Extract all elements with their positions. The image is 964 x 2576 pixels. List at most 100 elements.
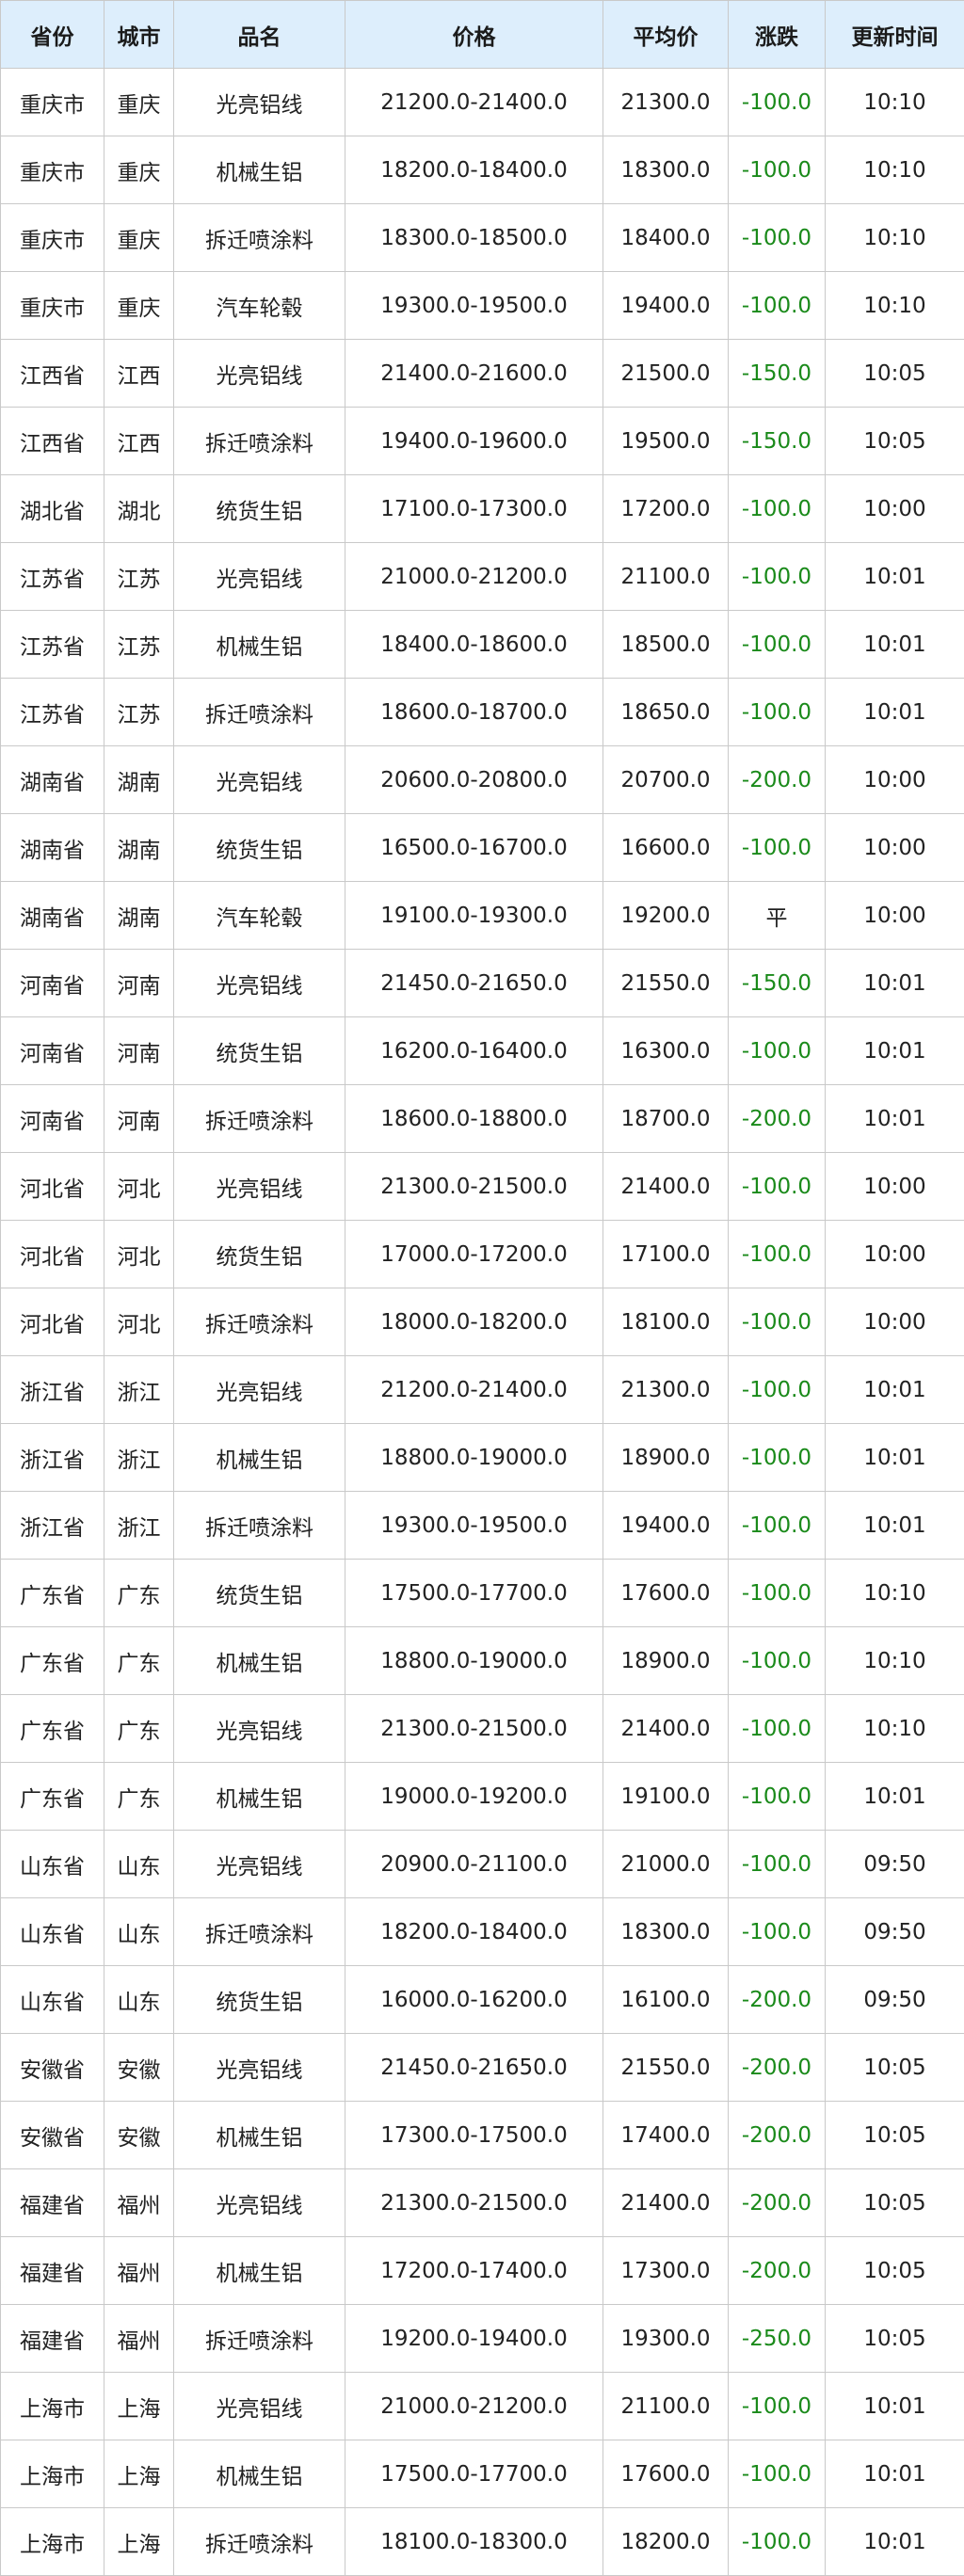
cell-change: -100.0 — [728, 1830, 826, 1898]
cell-average-price: 17400.0 — [602, 2101, 729, 2169]
cell-average-price: 21400.0 — [602, 2168, 729, 2237]
table-row: 江苏省 江苏 拆迁喷涂料 18600.0-18700.0 18650.0 -100.0 10… — [0, 678, 964, 746]
cell-change: -200.0 — [728, 1965, 826, 2034]
cell-province: 上海市 — [0, 2372, 104, 2440]
cell-product: 光亮铝线 — [173, 68, 345, 136]
cell-price: 21300.0-21500.0 — [345, 2168, 603, 2237]
table-row: 福建省 福州 机械生铝 17200.0-17400.0 17300.0 -200.0 10:… — [0, 2236, 964, 2305]
cell-update-time: 10:01 — [825, 1423, 964, 1492]
table-row: 广东省 广东 机械生铝 19000.0-19200.0 19100.0 -100.0 10:… — [0, 1762, 964, 1831]
table-row: 河北省 河北 光亮铝线 21300.0-21500.0 21400.0 -100.0 10:… — [0, 1152, 964, 1221]
table-row: 重庆市 重庆 机械生铝 18200.0-18400.0 18300.0 -100.0 10:… — [0, 136, 964, 204]
cell-change: -100.0 — [728, 542, 826, 611]
cell-city: 广东 — [104, 1694, 174, 1763]
cell-price: 18600.0-18800.0 — [345, 1084, 603, 1153]
cell-product: 统货生铝 — [173, 813, 345, 882]
cell-change: -100.0 — [728, 1220, 826, 1288]
cell-update-time: 10:05 — [825, 2304, 964, 2373]
table-row: 湖南省 湖南 统货生铝 16500.0-16700.0 16600.0 -100.0 10:… — [0, 813, 964, 882]
table-row: 江西省 江西 拆迁喷涂料 19400.0-19600.0 19500.0 -150.0 10… — [0, 407, 964, 475]
cell-price: 17100.0-17300.0 — [345, 474, 603, 543]
cell-city: 广东 — [104, 1762, 174, 1831]
header-average-price: 平均价 — [602, 0, 729, 69]
cell-average-price: 18400.0 — [602, 203, 729, 272]
cell-average-price: 18650.0 — [602, 678, 729, 746]
cell-price: 20900.0-21100.0 — [345, 1830, 603, 1898]
cell-update-time: 10:00 — [825, 1152, 964, 1221]
cell-change: -150.0 — [728, 407, 826, 475]
cell-update-time: 10:05 — [825, 2033, 964, 2102]
cell-change: -200.0 — [728, 2101, 826, 2169]
cell-average-price: 18300.0 — [602, 1897, 729, 1966]
cell-product: 光亮铝线 — [173, 1152, 345, 1221]
header-province: 省份 — [0, 0, 104, 69]
cell-province: 江苏省 — [0, 542, 104, 611]
cell-update-time: 10:01 — [825, 2507, 964, 2576]
cell-change: -100.0 — [728, 1626, 826, 1695]
table-row: 广东省 广东 统货生铝 17500.0-17700.0 17600.0 -100.0 10:… — [0, 1559, 964, 1627]
cell-change: -150.0 — [728, 949, 826, 1017]
cell-change: -100.0 — [728, 2372, 826, 2440]
cell-price: 19000.0-19200.0 — [345, 1762, 603, 1831]
cell-average-price: 21300.0 — [602, 68, 729, 136]
table-row: 上海市 上海 拆迁喷涂料 18100.0-18300.0 18200.0 -100.0 10… — [0, 2507, 964, 2576]
cell-price: 18300.0-18500.0 — [345, 203, 603, 272]
cell-average-price: 21500.0 — [602, 339, 729, 408]
table-row: 浙江省 浙江 机械生铝 18800.0-19000.0 18900.0 -100.0 10:… — [0, 1423, 964, 1492]
cell-average-price: 19300.0 — [602, 2304, 729, 2373]
cell-province: 山东省 — [0, 1965, 104, 2034]
cell-province: 河北省 — [0, 1220, 104, 1288]
cell-city: 福州 — [104, 2236, 174, 2305]
table-row: 浙江省 浙江 拆迁喷涂料 19300.0-19500.0 19400.0 -100.0 10… — [0, 1491, 964, 1560]
cell-change: -200.0 — [728, 1084, 826, 1153]
cell-change: -100.0 — [728, 1423, 826, 1492]
cell-average-price: 19400.0 — [602, 1491, 729, 1560]
cell-update-time: 10:01 — [825, 2440, 964, 2508]
cell-province: 广东省 — [0, 1762, 104, 1831]
cell-province: 湖南省 — [0, 813, 104, 882]
cell-city: 上海 — [104, 2507, 174, 2576]
cell-average-price: 18300.0 — [602, 136, 729, 204]
cell-product: 机械生铝 — [173, 136, 345, 204]
table-row: 重庆市 重庆 汽车轮毂 19300.0-19500.0 19400.0 -100.0 10:… — [0, 271, 964, 340]
cell-price: 21450.0-21650.0 — [345, 949, 603, 1017]
cell-city: 广东 — [104, 1626, 174, 1695]
cell-price: 21300.0-21500.0 — [345, 1152, 603, 1221]
header-change: 涨跌 — [728, 0, 826, 69]
cell-city: 重庆 — [104, 271, 174, 340]
cell-update-time: 10:01 — [825, 542, 964, 611]
header-update-time: 更新时间 — [825, 0, 964, 69]
cell-price: 18600.0-18700.0 — [345, 678, 603, 746]
cell-change: -250.0 — [728, 2304, 826, 2373]
cell-price: 18200.0-18400.0 — [345, 136, 603, 204]
header-city: 城市 — [104, 0, 174, 69]
cell-city: 江西 — [104, 407, 174, 475]
cell-update-time: 09:50 — [825, 1830, 964, 1898]
table-row: 上海市 上海 机械生铝 17500.0-17700.0 17600.0 -100.0 10:… — [0, 2440, 964, 2508]
cell-city: 浙江 — [104, 1355, 174, 1424]
cell-product: 光亮铝线 — [173, 1355, 345, 1424]
cell-product: 光亮铝线 — [173, 949, 345, 1017]
cell-update-time: 10:05 — [825, 339, 964, 408]
cell-province: 重庆市 — [0, 203, 104, 272]
cell-product: 光亮铝线 — [173, 2168, 345, 2237]
cell-average-price: 18100.0 — [602, 1288, 729, 1356]
cell-city: 广东 — [104, 1559, 174, 1627]
cell-province: 福建省 — [0, 2168, 104, 2237]
cell-update-time: 10:01 — [825, 1084, 964, 1153]
cell-product: 拆迁喷涂料 — [173, 1491, 345, 1560]
cell-price: 18000.0-18200.0 — [345, 1288, 603, 1356]
cell-average-price: 21300.0 — [602, 1355, 729, 1424]
cell-city: 山东 — [104, 1897, 174, 1966]
cell-province: 广东省 — [0, 1694, 104, 1763]
cell-price: 21200.0-21400.0 — [345, 1355, 603, 1424]
table-row: 河南省 河南 拆迁喷涂料 18600.0-18800.0 18700.0 -200.0 10… — [0, 1084, 964, 1153]
cell-province: 重庆市 — [0, 68, 104, 136]
table-row: 山东省 山东 光亮铝线 20900.0-21100.0 21000.0 -100.0 09:… — [0, 1830, 964, 1898]
cell-province: 上海市 — [0, 2440, 104, 2508]
cell-update-time: 10:10 — [825, 1626, 964, 1695]
table-row: 福建省 福州 拆迁喷涂料 19200.0-19400.0 19300.0 -250.0 10… — [0, 2304, 964, 2373]
cell-average-price: 17600.0 — [602, 1559, 729, 1627]
cell-product: 统货生铝 — [173, 1220, 345, 1288]
cell-update-time: 10:10 — [825, 203, 964, 272]
